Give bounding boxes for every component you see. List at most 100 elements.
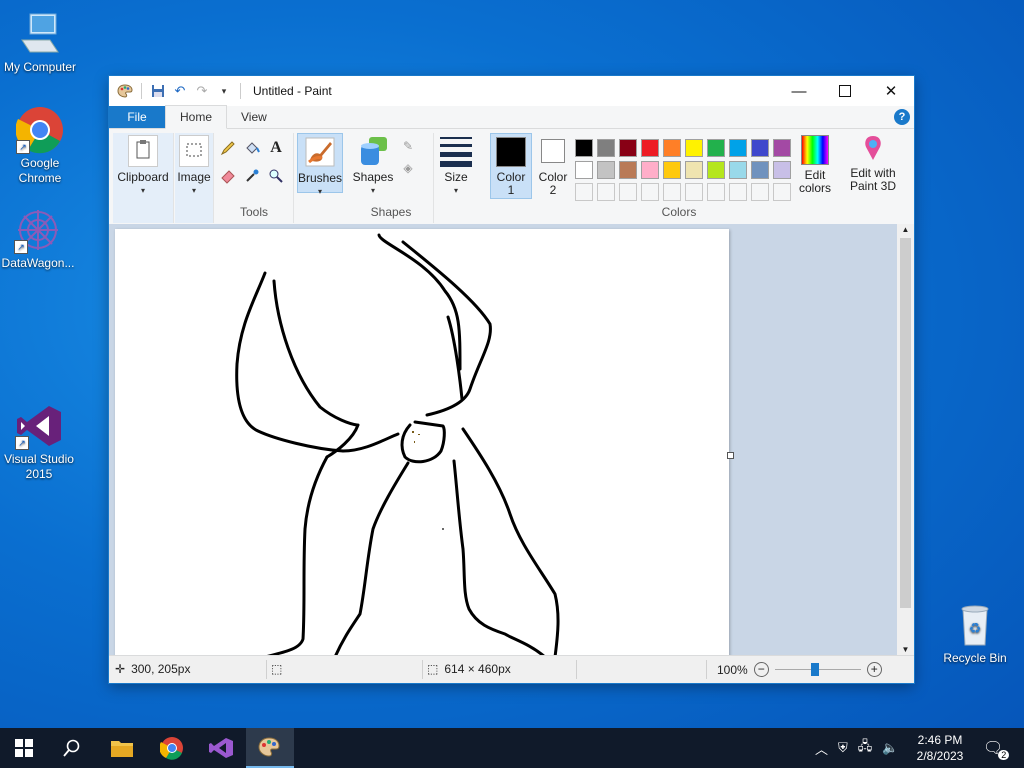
- palette-swatch[interactable]: [751, 161, 769, 179]
- edit-with-paint3d-button[interactable]: Edit with Paint 3D: [845, 133, 901, 193]
- show-hidden-icons-icon[interactable]: ︿: [815, 739, 828, 758]
- custom-color-slot[interactable]: [773, 183, 791, 201]
- custom-color-slot[interactable]: [663, 183, 681, 201]
- custom-color-slot[interactable]: [729, 183, 747, 201]
- palette-swatch[interactable]: [663, 139, 681, 157]
- custom-color-slot[interactable]: [575, 183, 593, 201]
- palette-swatch[interactable]: [641, 139, 659, 157]
- shapes-button[interactable]: Shapes ▾: [351, 133, 395, 197]
- vertical-scrollbar[interactable]: ▲ ▼: [897, 224, 914, 656]
- eraser-icon[interactable]: [219, 167, 237, 185]
- edit-colors-button[interactable]: Edit colors: [795, 133, 835, 195]
- magnifier-icon[interactable]: [267, 167, 285, 185]
- palette-swatch[interactable]: [729, 139, 747, 157]
- network-icon[interactable]: 🖧: [858, 737, 873, 759]
- paint3d-icon: [858, 133, 888, 163]
- close-button[interactable]: ✕: [868, 76, 914, 106]
- palette-swatch[interactable]: [751, 139, 769, 157]
- customize-qat-icon[interactable]: ▾: [216, 83, 232, 99]
- outline-icon[interactable]: ✎: [399, 137, 417, 155]
- drawing-canvas[interactable]: [115, 229, 729, 656]
- custom-color-slot[interactable]: [751, 183, 769, 201]
- palette-swatch[interactable]: [773, 161, 791, 179]
- palette-swatch[interactable]: [619, 139, 637, 157]
- start-button[interactable]: [0, 728, 48, 768]
- palette-swatch[interactable]: [685, 161, 703, 179]
- fill-icon[interactable]: ◈: [399, 159, 417, 177]
- palette-swatch[interactable]: [707, 139, 725, 157]
- taskbar-file-explorer[interactable]: [98, 728, 146, 768]
- palette-swatch[interactable]: [663, 161, 681, 179]
- palette-swatch[interactable]: [597, 161, 615, 179]
- desktop-icon-label: DataWagon...: [1, 256, 75, 270]
- taskbar-paint[interactable]: [246, 728, 294, 768]
- clipboard-group: Clipboard ▾: [113, 133, 174, 223]
- window-title: Untitled - Paint: [253, 84, 332, 98]
- clock[interactable]: 2:46 PM 2/8/2023: [905, 732, 975, 764]
- text-tool-icon[interactable]: A: [267, 139, 285, 157]
- custom-color-slot[interactable]: [685, 183, 703, 201]
- shapes-icon: [357, 135, 389, 167]
- image-group: Image ▾: [175, 133, 214, 223]
- zoom-in-icon[interactable]: +: [866, 662, 882, 677]
- taskbar-visual-studio[interactable]: [197, 728, 245, 768]
- custom-color-slot[interactable]: [707, 183, 725, 201]
- folder-icon: [111, 741, 133, 757]
- title-bar[interactable]: ↶ ↷ ▾ Untitled - Paint — ✕: [109, 76, 914, 106]
- desktop-icon-label: Recycle Bin: [943, 651, 1007, 665]
- brushes-button[interactable]: Brushes ▾: [297, 133, 343, 196]
- volume-icon[interactable]: 🔈: [882, 740, 898, 756]
- taskbar-chrome[interactable]: [148, 728, 196, 768]
- pencil-icon[interactable]: [219, 139, 237, 157]
- status-bar: ✛ 300, 205px ⬚ ⬚ 614 × 460px 100% − +: [109, 655, 914, 683]
- palette-swatch[interactable]: [707, 161, 725, 179]
- tab-home[interactable]: Home: [165, 105, 228, 129]
- canvas-resize-handle-right[interactable]: [727, 452, 734, 459]
- scrollbar-thumb[interactable]: [900, 238, 911, 608]
- zoom-out-icon[interactable]: −: [753, 662, 769, 677]
- fill-bucket-icon[interactable]: [243, 139, 261, 157]
- palette-swatch[interactable]: [597, 139, 615, 157]
- notifications-icon: 🗨 2: [983, 738, 1010, 760]
- recycle-bin-icon: ♻: [951, 601, 999, 649]
- maximize-button[interactable]: [822, 76, 868, 106]
- clipboard-button[interactable]: Clipboard ▾: [115, 135, 171, 197]
- palette-swatch[interactable]: [575, 139, 593, 157]
- image-button[interactable]: Image ▾: [175, 135, 213, 197]
- palette-swatch[interactable]: [575, 161, 593, 179]
- desktop-icon-datawagon[interactable]: ↗ DataWagon...: [0, 206, 78, 271]
- clock-date: 2/8/2023: [916, 749, 964, 763]
- palette-swatch[interactable]: [685, 139, 703, 157]
- desktop-icon-visual-studio[interactable]: ↗ Visual Studio 2015: [0, 402, 79, 482]
- tab-file[interactable]: File: [109, 106, 165, 128]
- search-button[interactable]: [48, 728, 96, 768]
- save-icon[interactable]: [150, 83, 166, 99]
- search-icon: [63, 739, 80, 757]
- help-icon[interactable]: ?: [894, 109, 910, 125]
- desktop-icon-recycle-bin[interactable]: ♻ Recycle Bin: [935, 601, 1015, 666]
- redo-icon[interactable]: ↷: [194, 83, 210, 99]
- notification-count: 2: [998, 750, 1010, 760]
- custom-color-slot[interactable]: [641, 183, 659, 201]
- minimize-button[interactable]: —: [776, 76, 822, 106]
- zoom-slider[interactable]: [774, 663, 861, 676]
- security-icon[interactable]: ⛨: [838, 740, 848, 756]
- palette-swatch[interactable]: [641, 161, 659, 179]
- scroll-up-icon[interactable]: ▲: [897, 224, 914, 236]
- custom-color-slot[interactable]: [597, 183, 615, 201]
- action-center-button[interactable]: 🗨 2: [983, 728, 1010, 768]
- zoom-slider-thumb[interactable]: [810, 663, 819, 676]
- undo-icon[interactable]: ↶: [172, 83, 188, 99]
- color-picker-icon[interactable]: [243, 167, 261, 185]
- tab-view[interactable]: View: [227, 106, 281, 128]
- canvas-workspace[interactable]: [109, 224, 897, 656]
- desktop-icon-my-computer[interactable]: My Computer: [0, 10, 80, 75]
- custom-color-slot[interactable]: [619, 183, 637, 201]
- paint-app-icon[interactable]: [117, 83, 133, 99]
- palette-swatch[interactable]: [729, 161, 747, 179]
- palette-swatch[interactable]: [773, 139, 791, 157]
- size-button[interactable]: Size ▾: [435, 133, 477, 197]
- palette-swatch[interactable]: [619, 161, 637, 179]
- paint-window[interactable]: ↶ ↷ ▾ Untitled - Paint — ✕ File Home Vie…: [109, 76, 914, 683]
- desktop-icon-google-chrome[interactable]: ↗ Google Chrome: [0, 106, 80, 186]
